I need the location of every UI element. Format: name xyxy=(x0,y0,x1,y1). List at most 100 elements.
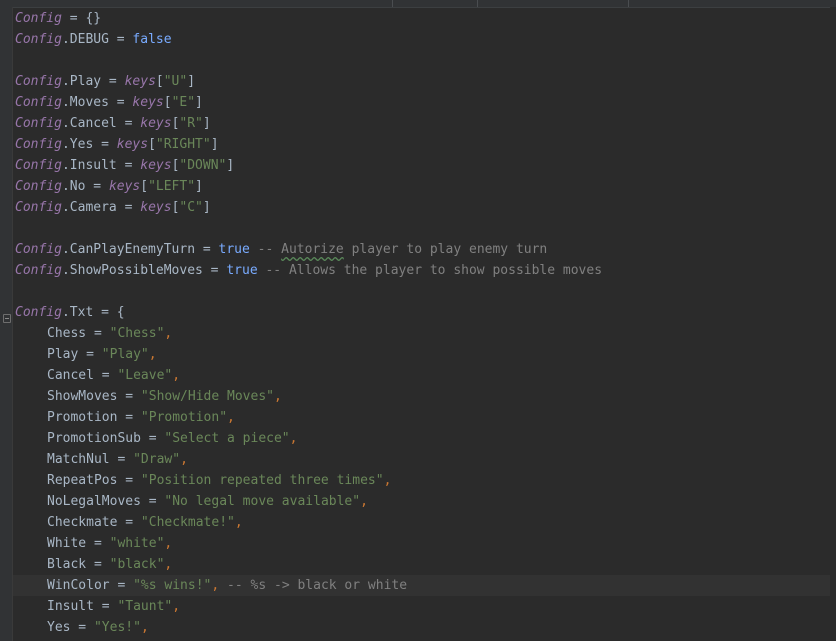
string-literal: "DOWN" xyxy=(179,158,227,173)
punct: , xyxy=(140,620,149,635)
code-line[interactable]: Insult = "Taunt", xyxy=(15,596,830,617)
code-text: .No = xyxy=(61,179,109,194)
code-line[interactable]: Play = "Play", xyxy=(15,344,830,365)
identifier: Config xyxy=(15,74,62,89)
code-line-blank[interactable] xyxy=(15,281,830,302)
code-line[interactable]: Checkmate = "Checkmate!", xyxy=(15,512,830,533)
identifier: keys xyxy=(116,137,149,152)
identifier: Config xyxy=(15,200,62,215)
code-text: WinColor = xyxy=(47,578,134,593)
code-line[interactable]: RepeatPos = "Position repeated three tim… xyxy=(15,470,830,491)
code-line[interactable]: Config.ShowPossibleMoves = true -- Allow… xyxy=(15,260,830,281)
identifier: Config xyxy=(15,179,62,194)
punct: ] xyxy=(187,74,196,89)
code-line-blank[interactable] xyxy=(15,50,830,71)
punct: , xyxy=(234,515,243,530)
code-line[interactable]: Config.Cancel = keys["R"] xyxy=(15,113,830,134)
boolean-literal: true xyxy=(226,263,258,278)
code-line[interactable]: Cancel = "Leave", xyxy=(15,365,830,386)
tab-divider xyxy=(628,0,629,7)
code-line[interactable]: NoLegalMoves = "No legal move available"… xyxy=(15,491,830,512)
code-text: .Txt = { xyxy=(61,305,125,320)
punct: , xyxy=(164,536,173,551)
punct: ] xyxy=(195,95,203,110)
code-line[interactable]: Config.Txt = { xyxy=(15,302,830,323)
code-text: Black = xyxy=(47,557,110,572)
tab-divider xyxy=(392,0,393,7)
code-line[interactable]: Black = "black", xyxy=(15,554,830,575)
identifier: Config xyxy=(15,11,62,26)
editor-gutter[interactable] xyxy=(0,7,12,641)
string-literal: "black" xyxy=(109,557,165,572)
code-line[interactable]: Config.CanPlayEnemyTurn = true -- Autori… xyxy=(15,239,830,260)
code-text: Checkmate = xyxy=(47,515,141,530)
code-line-blank[interactable] xyxy=(15,218,830,239)
code-area[interactable]: Config = {} Config.DEBUG = false Config.… xyxy=(12,8,836,638)
code-text: .Yes = xyxy=(61,137,117,152)
punct: ] xyxy=(202,116,211,131)
identifier: keys xyxy=(108,179,141,194)
code-text: = {} xyxy=(61,11,102,26)
code-text: .Play = xyxy=(61,74,125,89)
code-line[interactable]: Config.Camera = keys["C"] xyxy=(15,197,830,218)
boolean-literal: false xyxy=(132,32,172,47)
string-literal: "U" xyxy=(163,74,188,89)
punct: , xyxy=(172,368,181,383)
string-literal: "Play" xyxy=(101,347,149,362)
string-literal: "Leave" xyxy=(117,368,173,383)
code-line[interactable]: White = "white", xyxy=(15,533,830,554)
string-literal: "Position repeated three times" xyxy=(140,473,384,488)
punct: , xyxy=(227,410,235,425)
code-line-current[interactable]: WinColor = "%s wins!", -- %s -> black or… xyxy=(12,575,836,596)
code-text: .DEBUG = xyxy=(61,32,133,47)
code-line[interactable]: Config = {} xyxy=(15,8,830,29)
code-text: MatchNul = xyxy=(47,452,134,467)
punct: [ xyxy=(155,74,164,89)
code-text: Insult = xyxy=(47,599,118,614)
code-line[interactable]: Config.No = keys["LEFT"] xyxy=(15,176,830,197)
code-line[interactable]: Yes = "Yes!", xyxy=(15,617,830,638)
code-line[interactable]: Config.Moves = keys["E"] xyxy=(15,92,830,113)
string-literal: "Show/Hide Moves" xyxy=(140,389,274,404)
punct: ] xyxy=(210,137,219,152)
comment: -- xyxy=(249,242,282,257)
code-text: ShowMoves = xyxy=(47,389,141,404)
identifier: keys xyxy=(140,158,172,173)
code-line[interactable]: Promotion = "Promotion", xyxy=(15,407,830,428)
identifier: Config xyxy=(15,242,62,257)
string-literal: "R" xyxy=(179,116,203,131)
code-text: White = xyxy=(47,536,110,551)
code-line[interactable]: Config.DEBUG = false xyxy=(15,29,830,50)
string-literal: "Draw" xyxy=(133,452,181,467)
spellcheck-word: Autorize xyxy=(281,242,344,257)
code-line[interactable]: Config.Insult = keys["DOWN"] xyxy=(15,155,830,176)
code-text: Promotion = xyxy=(47,410,141,425)
code-line[interactable]: PromotionSub = "Select a piece", xyxy=(15,428,830,449)
punct: , xyxy=(164,326,173,341)
code-text: .Moves = xyxy=(61,95,133,110)
code-editor[interactable]: Config = {} Config.DEBUG = false Config.… xyxy=(0,0,836,641)
identifier: Config xyxy=(15,95,62,110)
code-line[interactable]: Config.Play = keys["U"] xyxy=(15,71,830,92)
string-literal: "white" xyxy=(109,536,165,551)
punct: , xyxy=(273,389,282,404)
fold-collapse-icon[interactable] xyxy=(3,314,11,323)
punct: ] xyxy=(226,158,235,173)
vertical-scrollbar[interactable] xyxy=(830,7,836,641)
code-text: Yes = xyxy=(47,620,94,635)
identifier: Config xyxy=(15,263,62,278)
code-line[interactable]: ShowMoves = "Show/Hide Moves", xyxy=(15,386,830,407)
identifier: keys xyxy=(140,200,172,215)
string-literal: "Select a piece" xyxy=(164,431,290,446)
punct: , xyxy=(180,452,188,467)
punct: , xyxy=(289,431,298,446)
punct: , xyxy=(148,347,157,362)
comment: -- xyxy=(257,263,289,278)
comment: -- %s -> black or white xyxy=(219,578,408,593)
code-text: .Insult = xyxy=(61,158,141,173)
punct: [ xyxy=(163,95,172,110)
punct: , xyxy=(172,599,181,614)
code-line[interactable]: Chess = "Chess", xyxy=(15,323,830,344)
code-line[interactable]: Config.Yes = keys["RIGHT"] xyxy=(15,134,830,155)
code-line[interactable]: MatchNul = "Draw", xyxy=(15,449,830,470)
